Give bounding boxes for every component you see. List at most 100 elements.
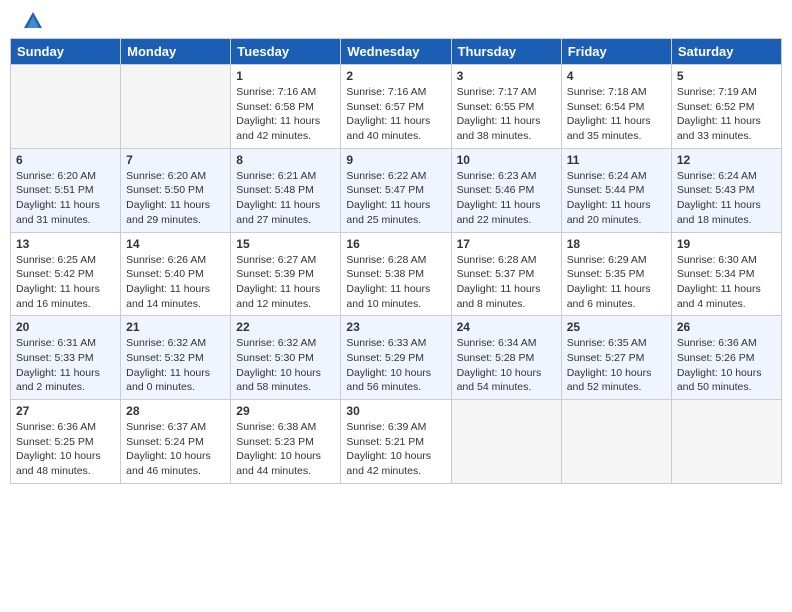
day-number: 5 <box>677 69 776 83</box>
day-number: 28 <box>126 404 225 418</box>
day-number: 11 <box>567 153 666 167</box>
day-info: Sunrise: 7:16 AM Sunset: 6:58 PM Dayligh… <box>236 85 335 144</box>
day-of-week-header: Sunday <box>11 39 121 65</box>
day-number: 21 <box>126 320 225 334</box>
calendar-day-cell <box>671 400 781 484</box>
calendar-day-cell: 25 Sunrise: 6:35 AM Sunset: 5:27 PM Dayli… <box>561 316 671 400</box>
day-info: Sunrise: 7:18 AM Sunset: 6:54 PM Dayligh… <box>567 85 666 144</box>
day-info: Sunrise: 6:36 AM Sunset: 5:25 PM Dayligh… <box>16 420 115 479</box>
calendar-day-cell: 18 Sunrise: 6:29 AM Sunset: 5:35 PM Dayli… <box>561 232 671 316</box>
calendar-day-cell: 29 Sunrise: 6:38 AM Sunset: 5:23 PM Dayli… <box>231 400 341 484</box>
day-number: 8 <box>236 153 335 167</box>
day-info: Sunrise: 6:23 AM Sunset: 5:46 PM Dayligh… <box>457 169 556 228</box>
calendar-table: SundayMondayTuesdayWednesdayThursdayFrid… <box>10 38 782 484</box>
day-number: 13 <box>16 237 115 251</box>
day-info: Sunrise: 6:32 AM Sunset: 5:30 PM Dayligh… <box>236 336 335 395</box>
day-number: 15 <box>236 237 335 251</box>
day-of-week-header: Wednesday <box>341 39 451 65</box>
day-info: Sunrise: 6:37 AM Sunset: 5:24 PM Dayligh… <box>126 420 225 479</box>
day-info: Sunrise: 7:17 AM Sunset: 6:55 PM Dayligh… <box>457 85 556 144</box>
day-number: 16 <box>346 237 445 251</box>
calendar-day-cell: 7Sunrise: 6:20 AM Sunset: 5:50 PM Daylig… <box>121 148 231 232</box>
calendar-day-cell: 15 Sunrise: 6:27 AM Sunset: 5:39 PM Dayli… <box>231 232 341 316</box>
calendar-day-cell: 22 Sunrise: 6:32 AM Sunset: 5:30 PM Dayli… <box>231 316 341 400</box>
calendar-day-cell <box>561 400 671 484</box>
day-number: 7 <box>126 153 225 167</box>
calendar-day-cell: 4Sunrise: 7:18 AM Sunset: 6:54 PM Daylig… <box>561 65 671 149</box>
calendar-day-cell: 14 Sunrise: 6:26 AM Sunset: 5:40 PM Dayli… <box>121 232 231 316</box>
calendar-day-cell: 3 Sunrise: 7:17 AM Sunset: 6:55 PM Daylig… <box>451 65 561 149</box>
calendar-day-cell: 20Sunrise: 6:31 AM Sunset: 5:33 PM Dayli… <box>11 316 121 400</box>
day-info: Sunrise: 7:19 AM Sunset: 6:52 PM Dayligh… <box>677 85 776 144</box>
logo <box>20 10 46 32</box>
day-number: 23 <box>346 320 445 334</box>
calendar-week-row: 13Sunrise: 6:25 AM Sunset: 5:42 PM Dayli… <box>11 232 782 316</box>
calendar-week-row: 20Sunrise: 6:31 AM Sunset: 5:33 PM Dayli… <box>11 316 782 400</box>
calendar-day-cell: 9Sunrise: 6:22 AM Sunset: 5:47 PM Daylig… <box>341 148 451 232</box>
day-of-week-header: Monday <box>121 39 231 65</box>
calendar-day-cell: 28 Sunrise: 6:37 AM Sunset: 5:24 PM Dayli… <box>121 400 231 484</box>
day-number: 3 <box>457 69 556 83</box>
day-of-week-header: Tuesday <box>231 39 341 65</box>
calendar-day-cell: 12 Sunrise: 6:24 AM Sunset: 5:43 PM Dayli… <box>671 148 781 232</box>
day-info: Sunrise: 6:21 AM Sunset: 5:48 PM Dayligh… <box>236 169 335 228</box>
day-info: Sunrise: 6:35 AM Sunset: 5:27 PM Dayligh… <box>567 336 666 395</box>
calendar-day-cell: 21 Sunrise: 6:32 AM Sunset: 5:32 PM Dayli… <box>121 316 231 400</box>
day-info: Sunrise: 6:24 AM Sunset: 5:43 PM Dayligh… <box>677 169 776 228</box>
day-number: 22 <box>236 320 335 334</box>
calendar-day-cell: 11 Sunrise: 6:24 AM Sunset: 5:44 PM Dayli… <box>561 148 671 232</box>
logo-icon <box>22 10 44 32</box>
calendar-day-cell <box>121 65 231 149</box>
day-info: Sunrise: 6:39 AM Sunset: 5:21 PM Dayligh… <box>346 420 445 479</box>
calendar-day-cell: 19 Sunrise: 6:30 AM Sunset: 5:34 PM Dayli… <box>671 232 781 316</box>
page-header <box>10 10 782 32</box>
calendar-day-cell: 23 Sunrise: 6:33 AM Sunset: 5:29 PM Dayli… <box>341 316 451 400</box>
calendar-day-cell: 27Sunrise: 6:36 AM Sunset: 5:25 PM Dayli… <box>11 400 121 484</box>
day-number: 6 <box>16 153 115 167</box>
day-of-week-header: Friday <box>561 39 671 65</box>
calendar-day-cell: 2 Sunrise: 7:16 AM Sunset: 6:57 PM Daylig… <box>341 65 451 149</box>
day-info: Sunrise: 6:30 AM Sunset: 5:34 PM Dayligh… <box>677 253 776 312</box>
day-number: 2 <box>346 69 445 83</box>
day-number: 24 <box>457 320 556 334</box>
day-info: Sunrise: 6:27 AM Sunset: 5:39 PM Dayligh… <box>236 253 335 312</box>
calendar-header-row: SundayMondayTuesdayWednesdayThursdayFrid… <box>11 39 782 65</box>
calendar-day-cell <box>11 65 121 149</box>
day-info: Sunrise: 6:28 AM Sunset: 5:37 PM Dayligh… <box>457 253 556 312</box>
day-number: 30 <box>346 404 445 418</box>
day-number: 12 <box>677 153 776 167</box>
day-info: Sunrise: 6:29 AM Sunset: 5:35 PM Dayligh… <box>567 253 666 312</box>
day-number: 9 <box>346 153 445 167</box>
calendar-day-cell: 26Sunrise: 6:36 AM Sunset: 5:26 PM Dayli… <box>671 316 781 400</box>
day-of-week-header: Thursday <box>451 39 561 65</box>
day-info: Sunrise: 6:38 AM Sunset: 5:23 PM Dayligh… <box>236 420 335 479</box>
calendar-day-cell: 13Sunrise: 6:25 AM Sunset: 5:42 PM Dayli… <box>11 232 121 316</box>
calendar-day-cell: 6 Sunrise: 6:20 AM Sunset: 5:51 PM Daylig… <box>11 148 121 232</box>
day-info: Sunrise: 6:33 AM Sunset: 5:29 PM Dayligh… <box>346 336 445 395</box>
day-number: 20 <box>16 320 115 334</box>
day-number: 14 <box>126 237 225 251</box>
day-number: 19 <box>677 237 776 251</box>
day-number: 29 <box>236 404 335 418</box>
day-info: Sunrise: 6:20 AM Sunset: 5:51 PM Dayligh… <box>16 169 115 228</box>
calendar-day-cell: 1 Sunrise: 7:16 AM Sunset: 6:58 PM Daylig… <box>231 65 341 149</box>
calendar-day-cell: 30 Sunrise: 6:39 AM Sunset: 5:21 PM Dayli… <box>341 400 451 484</box>
calendar-day-cell: 10Sunrise: 6:23 AM Sunset: 5:46 PM Dayli… <box>451 148 561 232</box>
calendar-day-cell: 17 Sunrise: 6:28 AM Sunset: 5:37 PM Dayli… <box>451 232 561 316</box>
calendar-day-cell: 8 Sunrise: 6:21 AM Sunset: 5:48 PM Daylig… <box>231 148 341 232</box>
day-number: 18 <box>567 237 666 251</box>
day-number: 1 <box>236 69 335 83</box>
day-info: Sunrise: 6:24 AM Sunset: 5:44 PM Dayligh… <box>567 169 666 228</box>
day-info: Sunrise: 6:26 AM Sunset: 5:40 PM Dayligh… <box>126 253 225 312</box>
day-info: Sunrise: 6:34 AM Sunset: 5:28 PM Dayligh… <box>457 336 556 395</box>
day-number: 25 <box>567 320 666 334</box>
calendar-week-row: 27Sunrise: 6:36 AM Sunset: 5:25 PM Dayli… <box>11 400 782 484</box>
calendar-day-cell: 24 Sunrise: 6:34 AM Sunset: 5:28 PM Dayli… <box>451 316 561 400</box>
day-info: Sunrise: 7:16 AM Sunset: 6:57 PM Dayligh… <box>346 85 445 144</box>
calendar-day-cell: 5 Sunrise: 7:19 AM Sunset: 6:52 PM Daylig… <box>671 65 781 149</box>
day-info: Sunrise: 6:32 AM Sunset: 5:32 PM Dayligh… <box>126 336 225 395</box>
day-number: 26 <box>677 320 776 334</box>
calendar-day-cell <box>451 400 561 484</box>
day-of-week-header: Saturday <box>671 39 781 65</box>
day-number: 17 <box>457 237 556 251</box>
